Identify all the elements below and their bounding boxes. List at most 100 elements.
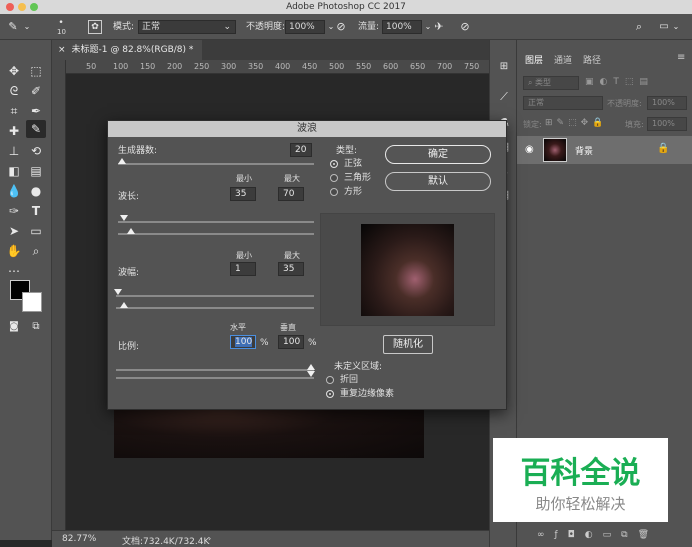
blend-mode-select[interactable]: 正常	[523, 96, 603, 110]
history-brush-tool-icon[interactable]: ⟲	[26, 142, 46, 160]
eye-icon[interactable]: ◉	[525, 144, 534, 155]
wavelength-min-slider-track[interactable]	[118, 221, 314, 223]
zoom-window-button[interactable]	[30, 3, 38, 11]
properties-panel-icon[interactable]: ⊞	[494, 58, 514, 76]
type-square-radio[interactable]	[330, 188, 338, 196]
scale-v-label: 垂直	[280, 323, 296, 332]
amplitude-min-field[interactable]: 1	[230, 262, 256, 276]
clone-stamp-tool-icon[interactable]: ⊥	[4, 142, 24, 160]
wavelength-max-slider-thumb[interactable]	[127, 228, 135, 234]
filter-icons[interactable]: ▣◐T⬚▤	[585, 77, 654, 87]
tab-layers[interactable]: 图层	[525, 53, 543, 66]
screen-mode-icon[interactable]: ⧉	[26, 318, 46, 336]
scale-h-slider-track[interactable]	[116, 369, 314, 371]
rectangle-tool-icon[interactable]: ▭	[26, 222, 46, 240]
brush-panel-icon[interactable]: ✿	[88, 20, 102, 34]
eraser-tool-icon[interactable]: ◧	[4, 162, 24, 180]
fill-value: 100%	[652, 119, 675, 128]
generators-label: 生成器数:	[118, 146, 158, 156]
document-tab[interactable]: × 未标题-1 @ 82.8%(RGB/8) *	[52, 40, 202, 60]
lasso-tool-icon[interactable]: ᘓ	[4, 82, 24, 100]
type-triangle-radio[interactable]	[330, 174, 338, 182]
blur-tool-icon[interactable]: 💧	[4, 182, 24, 200]
wavelength-min-slider-thumb[interactable]	[120, 215, 128, 221]
crop-tool-icon[interactable]: ⌗	[4, 102, 24, 120]
wavelength-max-field[interactable]: 70	[278, 187, 304, 201]
zoom-level[interactable]: 82.77%	[62, 534, 96, 544]
layer-name: 背景	[575, 147, 594, 157]
scale-h-slider-thumb[interactable]	[307, 364, 315, 370]
repeat-edge-pixels-radio[interactable]	[326, 390, 334, 398]
scale-v-field[interactable]: 100	[278, 335, 304, 349]
randomize-button[interactable]: 随机化	[383, 335, 433, 354]
zoom-tool-icon[interactable]: ⌕	[26, 242, 46, 260]
tab-channels[interactable]: 通道	[554, 53, 572, 66]
type-sine-radio[interactable]	[330, 160, 338, 168]
ruler-tick-label: 200	[167, 62, 183, 71]
background-color-swatch[interactable]	[22, 292, 42, 312]
generators-slider-thumb[interactable]	[118, 158, 126, 164]
close-window-button[interactable]	[6, 3, 14, 11]
move-tool-icon[interactable]: ✥	[4, 62, 24, 80]
chevron-right-icon[interactable]: ›	[208, 534, 211, 543]
chevron-down-icon[interactable]: ⌄	[672, 20, 680, 34]
panel-menu-icon[interactable]: ≡	[677, 52, 685, 63]
mode-select[interactable]: 正常 ⌄	[138, 20, 236, 34]
tab-paths[interactable]: 路径	[583, 53, 601, 66]
amplitude-max-slider-thumb[interactable]	[120, 302, 128, 308]
marquee-tool-icon[interactable]: ⬚	[26, 62, 46, 80]
scale-h-field[interactable]: 100	[230, 335, 256, 349]
close-tab-icon[interactable]: ×	[58, 45, 66, 55]
more-tools-icon[interactable]: ⋯	[4, 262, 24, 280]
ruler-tick-label: 450	[302, 62, 318, 71]
kind-filter-select[interactable]: ⌕ 类型	[523, 76, 579, 90]
wrap-around-label: 折回	[340, 375, 359, 385]
path-select-tool-icon[interactable]: ➤	[4, 222, 24, 240]
hand-tool-icon[interactable]: ✋	[4, 242, 24, 260]
amplitude-max-field[interactable]: 35	[278, 262, 304, 276]
generators-field[interactable]: 20	[290, 143, 312, 157]
fill-field[interactable]: 100%	[647, 117, 687, 131]
pressure-opacity-icon[interactable]: ⊘	[334, 20, 348, 34]
wrap-around-radio[interactable]	[326, 376, 334, 384]
type-tool-icon[interactable]: T	[26, 202, 46, 220]
layer-row-background[interactable]: ◉ 背景 🔒	[517, 136, 692, 164]
minimize-window-button[interactable]	[18, 3, 26, 11]
airbrush-icon[interactable]: ✈	[432, 20, 446, 34]
pen-tool-icon[interactable]: ✑	[4, 202, 24, 220]
quick-select-tool-icon[interactable]: ✐	[26, 82, 46, 100]
default-button[interactable]: 默认	[385, 172, 491, 191]
layer-footer-icons[interactable]: ∞ƒ◘◐▭⧉🗑	[537, 530, 659, 540]
flow-field[interactable]: 100%	[382, 20, 422, 34]
eyedropper-tool-icon[interactable]: ✒	[26, 102, 46, 120]
lock-icons[interactable]: ⊞✎⬚✥🔒	[545, 118, 607, 128]
chevron-down-icon[interactable]: ⌄	[424, 20, 432, 34]
opacity-field[interactable]: 100%	[285, 20, 325, 34]
wavelength-max-slider-track[interactable]	[118, 233, 314, 235]
scale-h-percent: %	[260, 338, 269, 348]
amplitude-min-slider-thumb[interactable]	[114, 289, 122, 295]
brush-tool-icon[interactable]: ✎	[6, 20, 20, 34]
layer-opacity-field[interactable]: 100%	[647, 96, 687, 110]
title-bar: Adobe Photoshop CC 2017	[0, 0, 692, 14]
amplitude-min-slider-track[interactable]	[116, 295, 314, 297]
scale-v-percent: %	[308, 338, 317, 348]
brush-tool-icon[interactable]: ✎	[26, 120, 46, 138]
dodge-tool-icon[interactable]: ●	[26, 182, 46, 200]
pressure-size-icon[interactable]: ⊘	[458, 20, 472, 34]
healing-brush-tool-icon[interactable]: ✚	[4, 122, 24, 140]
chevron-down-icon[interactable]: ⌄	[22, 20, 32, 34]
amplitude-max-slider-track[interactable]	[116, 307, 314, 309]
workspace-icon[interactable]: ▭	[656, 20, 672, 34]
search-icon[interactable]: ⌕	[632, 20, 646, 34]
scale-v-slider-track[interactable]	[116, 377, 314, 379]
curves-panel-icon[interactable]: ⟋	[494, 88, 514, 106]
wavelength-min-field[interactable]: 35	[230, 187, 256, 201]
generators-slider-track[interactable]	[118, 163, 314, 165]
repeat-edge-pixels-label: 重复边缘像素	[340, 389, 395, 399]
ruler-tick-label: 650	[410, 62, 426, 71]
scale-v-slider-thumb[interactable]	[307, 371, 315, 377]
gradient-tool-icon[interactable]: ▤	[26, 162, 46, 180]
quick-mask-icon[interactable]: ◙	[4, 318, 24, 336]
ok-button[interactable]: 确定	[385, 145, 491, 164]
